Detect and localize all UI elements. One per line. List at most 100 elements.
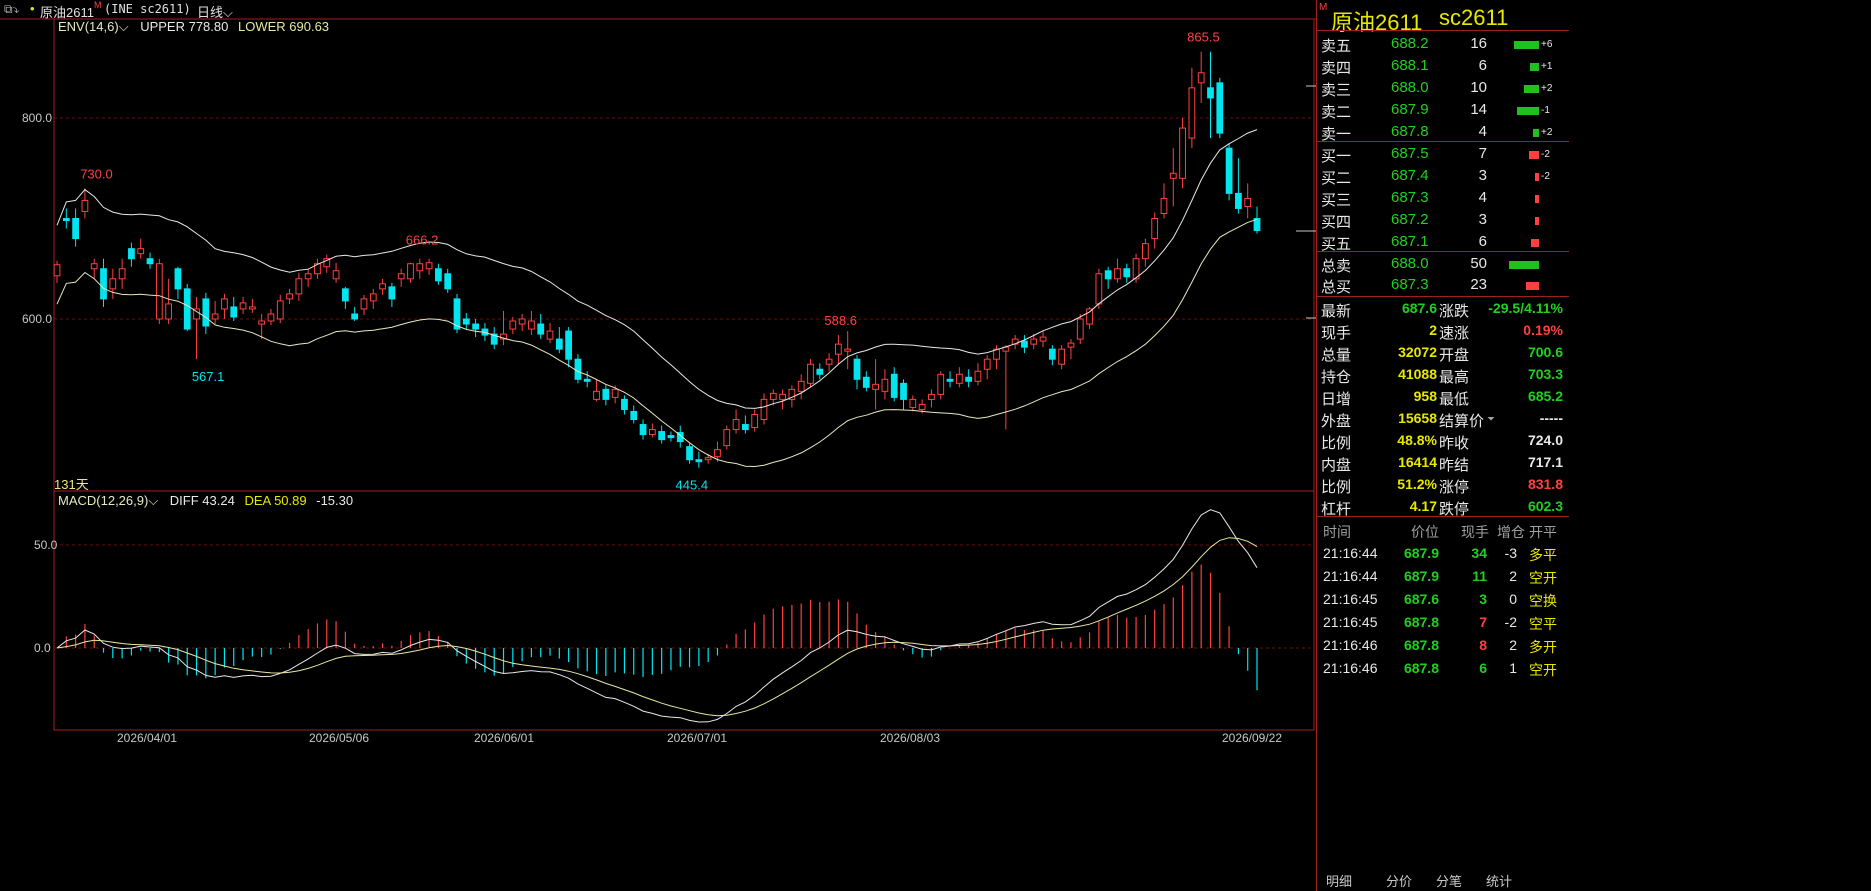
stats-row: 持仓 41088 最高 703.3 [1317,364,1569,386]
tick-time: 21:16:46 [1323,660,1378,676]
candle-body-up [593,390,600,400]
total-price: 688.0 [1391,255,1429,272]
stat-value: 958 [1413,388,1437,404]
bid-label: 买三 [1321,192,1352,209]
ask-label: 卖二 [1321,104,1352,121]
candle-body-up [844,348,852,352]
candle-body-down [351,313,359,320]
chevron-down-icon[interactable]: ⌵ [119,19,129,34]
ask-row: 卖一 687.8 4 +2 [1317,121,1569,143]
candle-body-up [295,278,303,295]
tick-time: 21:16:44 [1323,568,1378,584]
bid-volume-bar [1528,151,1539,159]
tick-volume: 6 [1479,660,1487,676]
tick-type: 多平 [1529,547,1557,563]
bid-row: 买一 687.5 7 -2 [1317,143,1569,165]
divider [1317,30,1569,31]
candle-body-up [760,398,768,420]
candle-body-down [183,288,191,330]
stat-value: 16414 [1398,454,1437,470]
stat-label: 现手 [1321,325,1352,342]
bid-volume-bar [1535,217,1539,225]
tick-volume: 34 [1471,545,1487,561]
tab-fenjia[interactable]: 分价 [1386,871,1412,890]
divider [1317,516,1569,517]
candle-body-down [630,410,638,420]
ask-volume-bar [1530,63,1539,71]
candle-body-down [1216,82,1224,134]
ask-volume-bar [1516,107,1539,115]
candle-body-up [974,370,982,382]
bid-price: 687.3 [1391,189,1429,206]
candle-body-up [528,320,535,330]
total-volume-bar [1509,261,1539,269]
candle-body-down [900,382,907,400]
bid-price: 687.5 [1391,145,1429,162]
stat-value: 41088 [1398,366,1437,382]
ask-row: 卖三 688.0 10 +2 [1317,77,1569,99]
candle-body-down [341,288,349,302]
stats-row: 比例 51.2% 涨停 831.8 [1317,474,1569,496]
env-upper: UPPER 778.80 [140,19,229,34]
tick-type: 空换 [1529,593,1557,609]
kline-chart[interactable]: 800.0 600.0 50.0 0.0 730.0 567.1 666.2 445.4 588… [0,0,1316,891]
env-label[interactable]: ENV(14,6) [58,19,119,34]
tick-time: 21:16:46 [1323,637,1378,653]
tab-tongji[interactable]: 统计 [1486,871,1512,890]
candle-body-up [1067,342,1075,348]
candle-body-up [1058,348,1066,365]
candle-body-down [946,378,954,382]
tick-row: 21:16:45 687.8 7 -2 空平 [1317,612,1569,634]
stat-value: 831.8 [1527,476,1563,492]
candle-body-down [583,378,591,382]
ticks-header-cell: 现手 [1461,524,1489,540]
tab-fenbi[interactable]: 分笔 [1436,871,1462,890]
candle-body-down [658,431,666,441]
candle-body-up [1169,172,1177,179]
candle-body-up [1039,336,1047,342]
macd-dea: DEA 50.89 [244,493,307,508]
chevron-down-icon[interactable]: ⌵ [148,493,158,508]
stat-value: 4.17 [1409,498,1437,514]
tick-time: 21:16:45 [1323,591,1378,607]
date-axis-label: 2026/04/01 [117,731,177,745]
candle-body-up [1114,268,1121,280]
candle-body-up [1141,243,1149,260]
bid-volume: 3 [1478,167,1487,184]
candle-body-down [667,435,675,439]
days-label: 131天 [54,477,89,492]
ask-volume: 4 [1478,123,1487,140]
candle-body-up [379,283,386,290]
stat-label: 昨结 [1439,457,1470,474]
macd-diff: DIFF 43.24 [169,493,235,508]
candle-body-up [211,313,219,320]
candle-body-up [983,358,991,370]
stat-value: 717.1 [1527,454,1563,470]
total-volume: 50 [1470,255,1487,272]
candle-body-down [574,358,582,380]
tick-volume: 11 [1472,568,1487,584]
stat-value: 703.3 [1527,366,1563,382]
tick-oi-change: -3 [1504,545,1517,561]
candle-body-up [1188,87,1196,139]
tab-mingxi[interactable]: 明细 [1326,871,1352,890]
candle-body-down [565,330,573,360]
candle-body-down [1207,87,1214,99]
candle-body-down [602,388,610,400]
candle-body-down [862,376,870,388]
candle-body-up [1151,218,1159,240]
macd-label[interactable]: MACD(12,26,9) [58,493,148,508]
candle-body-down [1104,270,1112,280]
total-price: 687.3 [1391,276,1429,293]
bid-volume: 7 [1478,145,1487,162]
ask-change: +2 [1541,127,1553,138]
stat-value: 51.2% [1397,476,1437,492]
candle-body-up [732,419,740,431]
candle-body-down [230,306,238,318]
ask-volume: 6 [1478,57,1487,74]
extreme-price-label: 445.4 [676,478,709,493]
stat-value: 700.6 [1527,344,1563,360]
candle-body-down [639,424,647,436]
candle-body-down [741,424,749,431]
bid-change: -2 [1541,171,1550,182]
